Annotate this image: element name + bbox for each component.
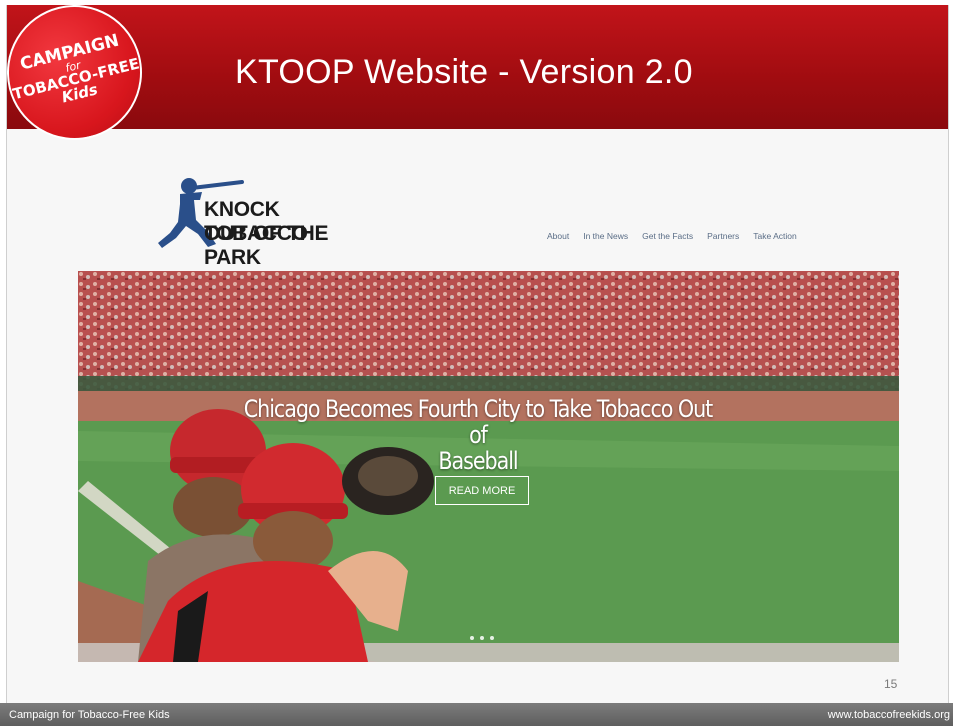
site-logo-line2: OUT OF THE PARK bbox=[204, 222, 329, 269]
hero-headline-line1: Chicago Becomes Fourth City to Take Toba… bbox=[243, 395, 713, 449]
slide-header-bar: KTOOP Website - Version 2.0 bbox=[7, 5, 948, 129]
hero-banner: Chicago Becomes Fourth City to Take Toba… bbox=[78, 271, 899, 662]
carousel-dot[interactable] bbox=[490, 636, 494, 640]
footer-org-name: Campaign for Tobacco-Free Kids bbox=[9, 709, 170, 721]
nav-about[interactable]: About bbox=[547, 231, 569, 241]
nav-partners[interactable]: Partners bbox=[707, 231, 739, 241]
website-screenshot: KNOCK TOBACCO OUT OF THE PARK About In t… bbox=[78, 165, 899, 662]
slide-page-number: 15 bbox=[884, 677, 898, 691]
nav-get-the-facts[interactable]: Get the Facts bbox=[642, 231, 693, 241]
nav-take-action[interactable]: Take Action bbox=[753, 231, 796, 241]
slide-footer: Campaign for Tobacco-Free Kids www.tobac… bbox=[0, 703, 953, 726]
carousel-dots bbox=[470, 636, 494, 640]
presentation-slide: KTOOP Website - Version 2.0 CAMPAIGN for… bbox=[6, 5, 949, 717]
footer-url: www.tobaccofreekids.org bbox=[827, 709, 950, 721]
carousel-dot[interactable] bbox=[470, 636, 474, 640]
site-nav: About In the News Get the Facts Partners… bbox=[547, 231, 797, 241]
slide-title: KTOOP Website - Version 2.0 bbox=[235, 53, 693, 91]
hero-headline-line2: Baseball bbox=[438, 446, 518, 475]
read-more-button[interactable]: READ MORE bbox=[435, 476, 529, 505]
carousel-dot[interactable] bbox=[480, 636, 484, 640]
nav-in-the-news[interactable]: In the News bbox=[583, 231, 628, 241]
hero-headline: Chicago Becomes Fourth City to Take Toba… bbox=[237, 395, 719, 475]
site-logo[interactable]: KNOCK TOBACCO OUT OF THE PARK bbox=[156, 170, 376, 269]
